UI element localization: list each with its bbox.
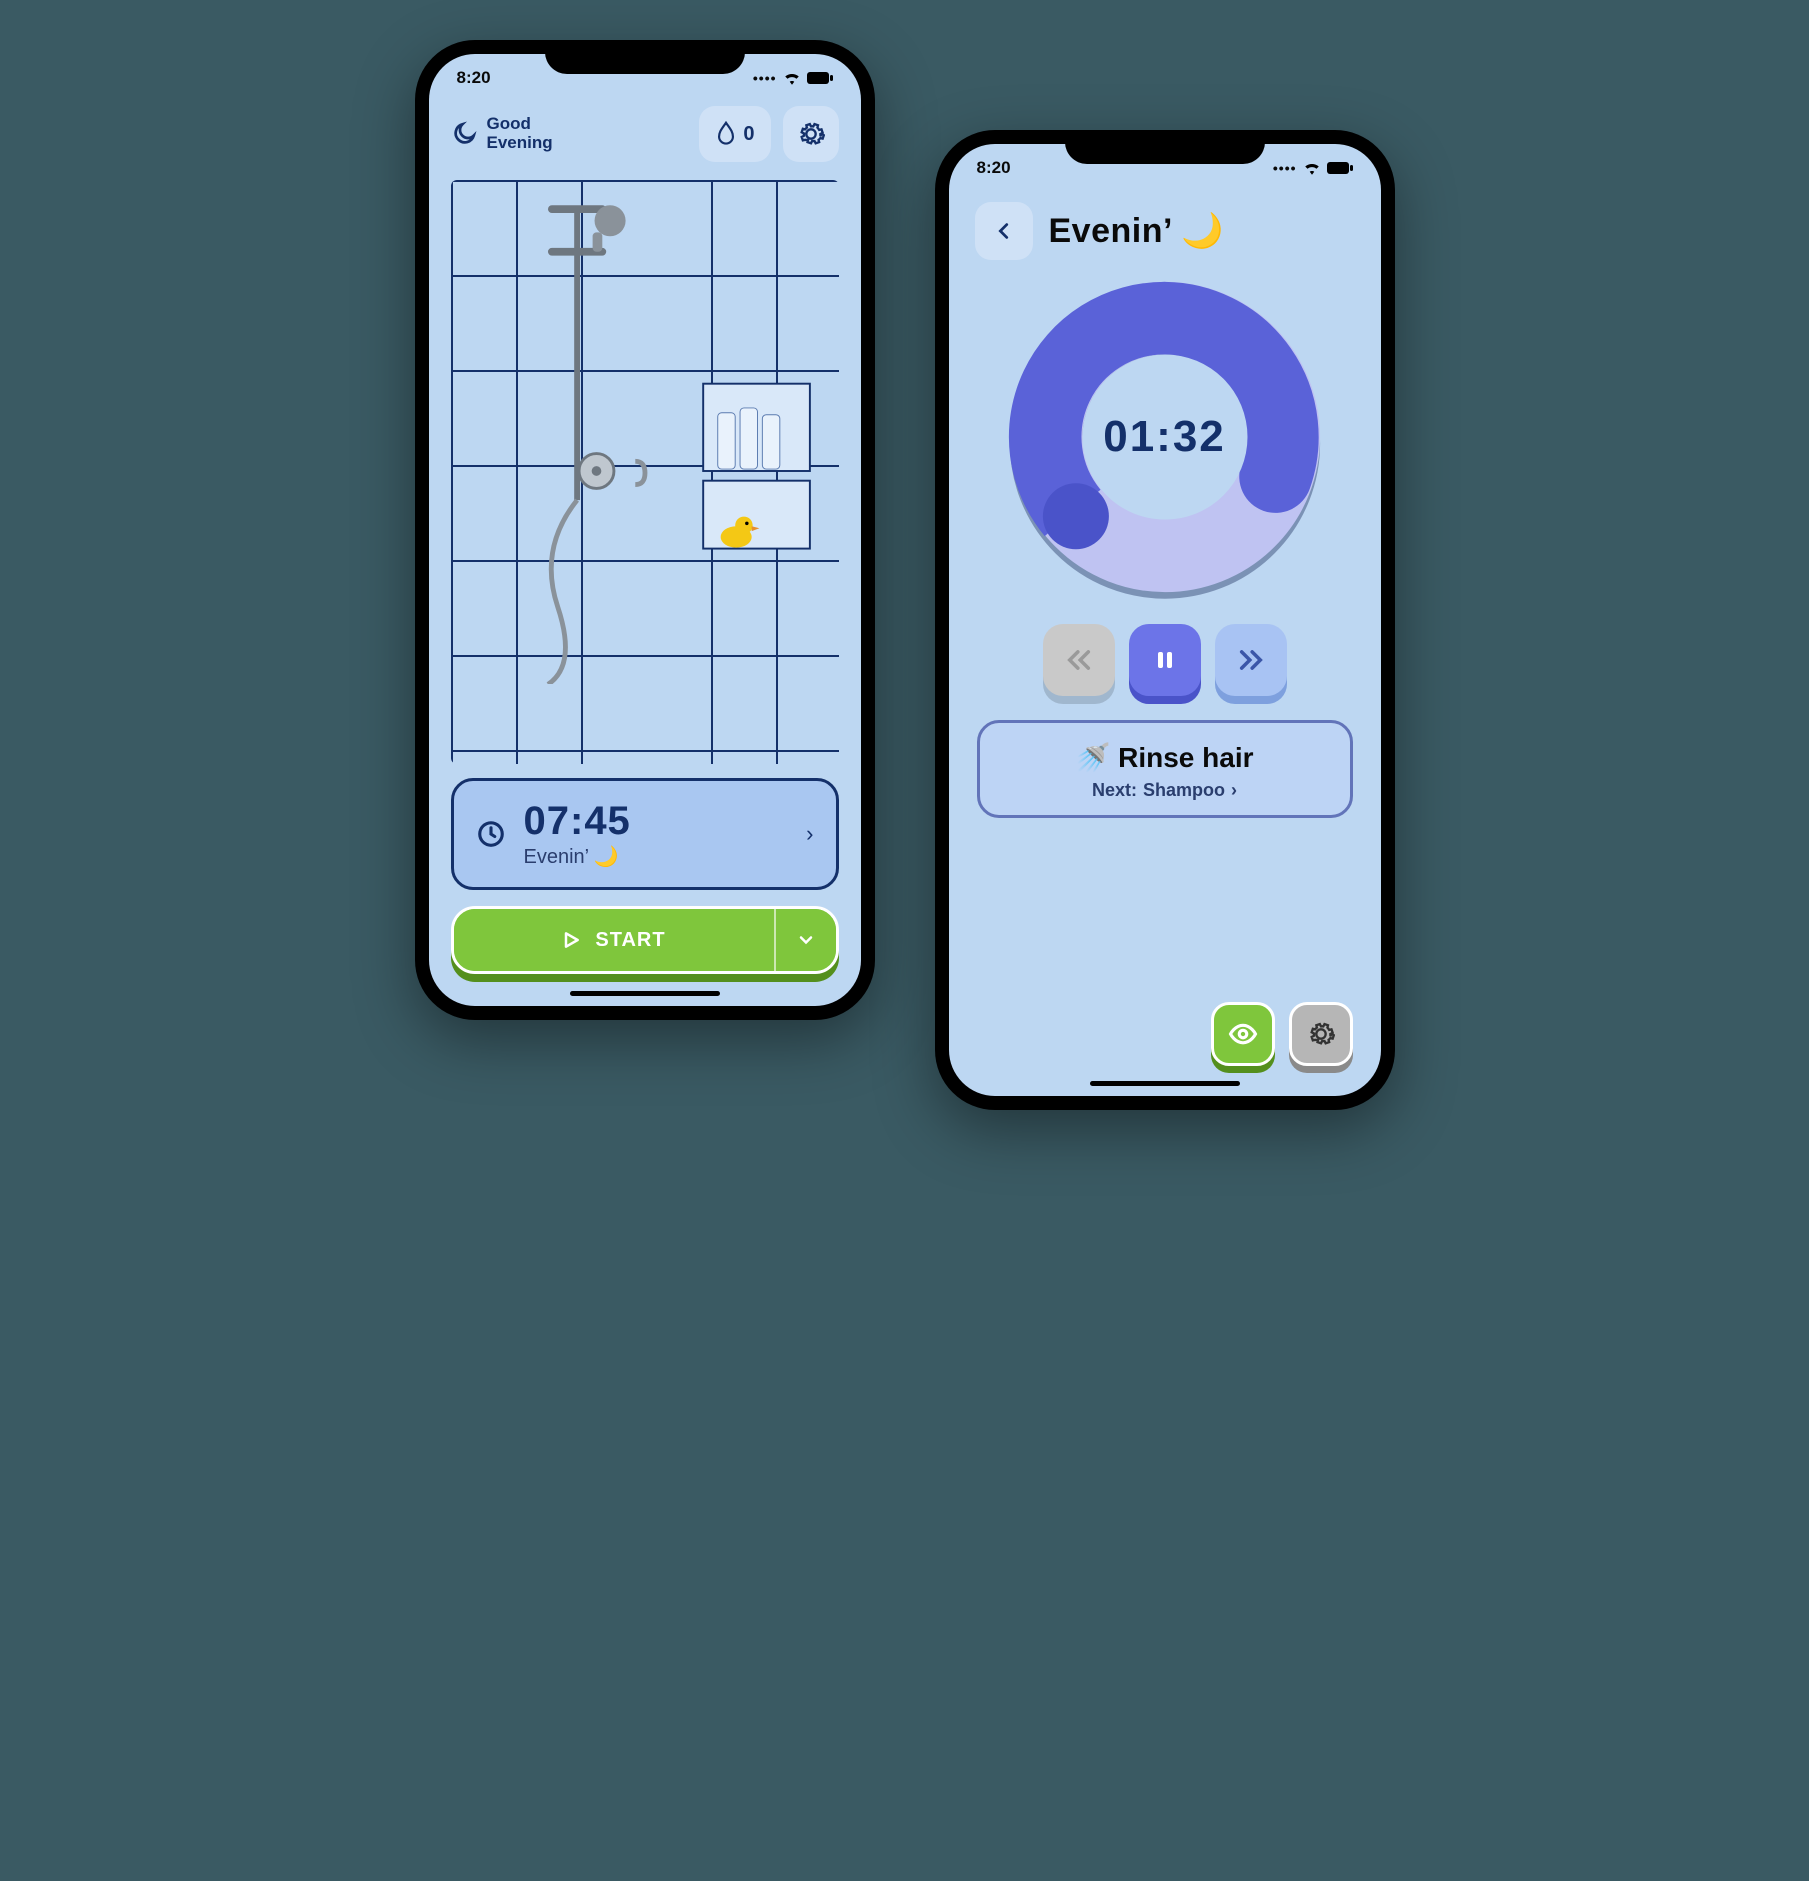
step-name: Rinse hair [1118, 742, 1253, 773]
drops-value: 0 [743, 123, 754, 146]
routine-name: Evenin’ 🌙 [524, 844, 789, 869]
drops-counter[interactable]: 0 [699, 106, 770, 162]
start-button[interactable]: START [454, 909, 774, 971]
chevron-left-icon [993, 220, 1015, 242]
battery-icon [1327, 161, 1353, 175]
status-time: 8:20 [457, 68, 491, 88]
next-step-label: Next: Shampoo › [1002, 780, 1328, 801]
status-time: 8:20 [977, 158, 1011, 178]
wifi-icon [1303, 161, 1321, 175]
gear-icon [797, 120, 825, 148]
pause-icon [1153, 648, 1177, 672]
chevron-down-icon [796, 930, 816, 950]
clock-icon [476, 819, 506, 849]
notch [1065, 130, 1265, 164]
timer-footer [949, 976, 1381, 1096]
phone-frame-home: 8:20 •••• Good Evening 0 [415, 40, 875, 1020]
shower-illustration [451, 180, 839, 764]
start-dropdown-button[interactable] [774, 909, 836, 971]
greeting-line2: Evening [487, 134, 553, 153]
phone-frame-timer: 8:20 •••• Evenin’ 🌙 01:32 [935, 130, 1395, 1110]
timer-title: Evenin’ 🌙 [1049, 211, 1224, 251]
wifi-icon [783, 71, 801, 85]
prev-step-button[interactable] [1043, 624, 1115, 696]
header-buttons: 0 [699, 106, 838, 162]
settings-button[interactable] [1289, 1002, 1353, 1066]
timer-header: Evenin’ 🌙 [949, 182, 1381, 264]
step-emoji: 🚿 [1075, 742, 1110, 773]
pause-button[interactable] [1129, 624, 1201, 696]
shower-svg [451, 180, 839, 684]
gear-icon [1307, 1020, 1335, 1048]
home-header: Good Evening 0 [429, 92, 861, 172]
chevron-right-icon: › [806, 821, 813, 847]
visibility-button[interactable] [1211, 1002, 1275, 1066]
settings-button[interactable] [783, 106, 839, 162]
screen-home: 8:20 •••• Good Evening 0 [429, 54, 861, 1006]
timer-value: 01:32 [1000, 272, 1330, 602]
start-row: START [451, 906, 839, 974]
signal-dots-icon: •••• [1273, 160, 1297, 176]
moon-icon [451, 121, 477, 147]
status-indicators: •••• [753, 70, 833, 86]
notch [545, 40, 745, 74]
next-prefix: Next: [1092, 780, 1137, 801]
status-indicators: •••• [1273, 160, 1353, 176]
home-indicator [1090, 1081, 1240, 1086]
progress-ring: 01:32 [1000, 272, 1330, 602]
screen-timer: 8:20 •••• Evenin’ 🌙 01:32 [949, 144, 1381, 1096]
chevron-right-icon: › [1231, 780, 1237, 801]
drop-icon [715, 121, 737, 147]
step-title: 🚿 Rinse hair [1002, 741, 1328, 774]
back-button[interactable] [975, 202, 1033, 260]
next-step-name: Shampoo [1143, 780, 1225, 801]
greeting-line1: Good [487, 115, 553, 134]
home-indicator [570, 991, 720, 996]
rewind-icon [1065, 646, 1093, 674]
signal-dots-icon: •••• [753, 70, 777, 86]
routine-time: 07:45 [524, 799, 789, 844]
greeting: Good Evening [451, 115, 553, 152]
battery-icon [807, 71, 833, 85]
eye-icon [1228, 1019, 1258, 1049]
routine-card[interactable]: 07:45 Evenin’ 🌙 › [451, 778, 839, 890]
current-step-card[interactable]: 🚿 Rinse hair Next: Shampoo › [977, 720, 1353, 818]
next-step-button[interactable] [1215, 624, 1287, 696]
forward-icon [1237, 646, 1265, 674]
greeting-text: Good Evening [487, 115, 553, 152]
timer-controls [949, 624, 1381, 696]
routine-info: 07:45 Evenin’ 🌙 [524, 799, 789, 869]
play-icon [561, 930, 581, 950]
start-label: START [595, 929, 665, 952]
